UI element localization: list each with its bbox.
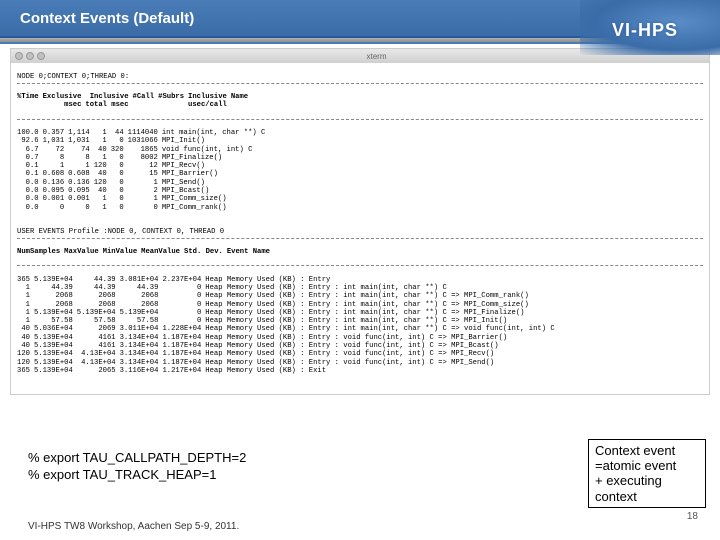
titlebar-button [26,52,34,60]
callout-line: + executing [595,473,699,488]
table-row: 0.00.0010.001101MPI_Comm_size() [17,195,269,203]
table-row: 1205.139E+044.13E+043.134E+041.187E+04He… [17,359,559,367]
slide-title: Context Events (Default) [20,10,194,27]
profile-table-2-body: 3655.139E+0444.393.081E+042.237E+04Heap … [17,276,559,375]
table-row: 405.139E+0441613.134E+041.187E+04Heap Me… [17,334,559,342]
table-row: 157.5857.5857.580Heap Memory Used (KB) :… [17,317,559,325]
page-number: 18 [687,511,698,522]
table-row: 3655.139E+0420653.116E+041.217E+04Heap M… [17,367,559,375]
xterm-window: xterm NODE 0;CONTEXT 0;THREAD 0: %TimeEx… [10,48,710,395]
callout-line: context [595,489,699,504]
cmd-line: % export TAU_CALLPATH_DEPTH=2 [28,450,246,467]
table-row: 3655.139E+0444.393.081E+042.237E+04Heap … [17,276,559,284]
table-row: 405.036E+0420693.011E+041.228E+04Heap Me… [17,325,559,333]
divider [17,238,703,239]
callout-box: Context event =atomic event + executing … [588,439,706,508]
footer-text: VI-HPS TW8 Workshop, Aachen Sep 5-9, 201… [28,521,239,532]
table-subheader: msectotal msecusec/call [17,101,252,109]
logo: VI-HPS [580,0,710,60]
divider [17,83,703,84]
user-events-line: USER EVENTS Profile :NODE 0, CONTEXT 0, … [17,228,224,236]
profile-table-2-header: NumSamplesMaxValueMinValueMeanValueStd. … [17,248,274,256]
table-row: 144.3944.3944.390Heap Memory Used (KB) :… [17,284,559,292]
table-row: 12068206820680Heap Memory Used (KB) : En… [17,301,559,309]
table-row: 0.111120012MPI_Recv() [17,162,269,170]
table-row: 0.788108002MPI_Finalize() [17,154,269,162]
table-row: 15.139E+045.139E+045.139E+040Heap Memory… [17,309,559,317]
callout-line: Context event [595,443,699,458]
cmd-line: % export TAU_TRACK_HEAP=1 [28,467,246,484]
profile-table-1-body: 100.00.3571,1141441114040int main(int, c… [17,129,269,212]
table-header: %TimeExclusiveInclusive#Call#SubrsInclus… [17,93,252,101]
table-row: 92.61,0311,031101031066MPI_Init() [17,137,269,145]
table-row: 1205.139E+044.13E+043.134E+041.187E+04He… [17,350,559,358]
table-row: 6.77274403201865void func(int, int) C [17,146,269,154]
callout-line: =atomic event [595,458,699,473]
table-row: 0.10.6080.60840015MPI_Barrier() [17,170,269,178]
table-row: 0.00.0950.0954002MPI_Bcast() [17,187,269,195]
profile-table-1: %TimeExclusiveInclusive#Call#SubrsInclus… [17,93,252,110]
divider [17,119,703,120]
node-line: NODE 0;CONTEXT 0;THREAD 0: [17,73,129,81]
terminal-output: NODE 0;CONTEXT 0;THREAD 0: %TimeExclusiv… [11,63,709,394]
table-row: 405.139E+0441613.134E+041.187E+04Heap Me… [17,342,559,350]
titlebar-button [15,52,23,60]
table-row: 0.000100MPI_Comm_rank() [17,204,269,212]
titlebar-button [37,52,45,60]
table-header: NumSamplesMaxValueMinValueMeanValueStd. … [17,248,274,256]
table-row: 100.00.3571,1141441114040int main(int, c… [17,129,269,137]
divider [17,265,703,266]
export-commands: % export TAU_CALLPATH_DEPTH=2 % export T… [28,450,246,484]
table-row: 12068206820680Heap Memory Used (KB) : En… [17,292,559,300]
logo-text: VI-HPS [612,20,678,41]
table-row: 0.00.1360.13612001MPI_Send() [17,179,269,187]
